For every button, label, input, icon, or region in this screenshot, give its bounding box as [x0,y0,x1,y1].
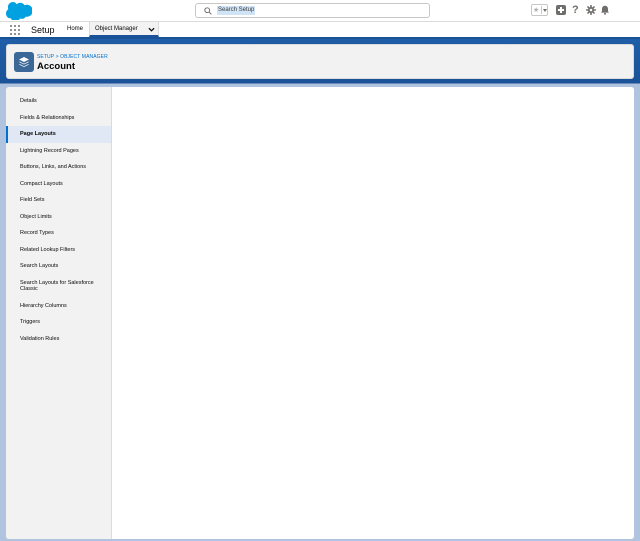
object-manager-sidebar: Details Fields & Relationships Page Layo… [6,87,112,539]
sidebar-item-record-types[interactable]: Record Types [6,225,111,242]
sidebar-item-hierarchy-columns[interactable]: Hierarchy Columns [6,298,111,315]
sidebar-item-compact-layouts[interactable]: Compact Layouts [6,176,111,193]
tab-home[interactable]: Home [67,22,83,37]
sidebar-item-buttons-links-actions[interactable]: Buttons, Links, and Actions [6,159,111,176]
page-header: SETUP > OBJECT MANAGER Account [6,44,634,79]
chevron-down-icon[interactable] [541,6,547,14]
tab-object-manager-label: Object Manager [95,26,138,32]
bell-icon[interactable] [600,5,610,15]
salesforce-logo[interactable] [6,2,32,20]
sidebar-item-triggers[interactable]: Triggers [6,314,111,331]
breadcrumb[interactable]: SETUP > OBJECT MANAGER [37,54,108,60]
sidebar-item-details[interactable]: Details [6,93,111,110]
search-input[interactable]: Search Setup [195,3,430,18]
help-icon[interactable]: ? [572,3,579,17]
sidebar-item-related-lookup-filters[interactable]: Related Lookup Filters [6,242,111,259]
sidebar-item-validation-rules[interactable]: Validation Rules [6,331,111,348]
sidebar-item-object-limits[interactable]: Object Limits [6,209,111,226]
sidebar-item-fields-relationships[interactable]: Fields & Relationships [6,110,111,127]
app-name: Setup [31,25,55,35]
layers-icon [14,52,34,72]
sidebar-item-lightning-record-pages[interactable]: Lightning Record Pages [6,143,111,160]
favorite-star-icon[interactable]: ★ [533,5,539,16]
page-title: Account [37,61,75,72]
tab-object-manager[interactable]: Object Manager [89,22,159,37]
sidebar-nav-list: Details Fields & Relationships Page Layo… [6,93,112,347]
add-icon[interactable] [556,5,566,15]
main-panel: Details Fields & Relationships Page Layo… [6,87,634,539]
sidebar-item-page-layouts[interactable]: Page Layouts [6,126,111,143]
sidebar-item-search-layouts-classic[interactable]: Search Layouts for Salesforce Classic [6,275,111,298]
app-launcher-icon[interactable] [10,25,21,36]
sidebar-item-search-layouts[interactable]: Search Layouts [6,258,111,275]
global-header: Search Setup ★ ? [0,0,640,22]
search-placeholder: Search Setup [217,6,256,15]
chevron-down-icon[interactable] [148,26,155,33]
sidebar-item-field-sets[interactable]: Field Sets [6,192,111,209]
content-area [113,87,634,539]
app-nav-bar: Setup Home Object Manager [0,22,640,39]
gear-icon[interactable] [586,5,596,15]
favorites-button[interactable]: ★ [531,4,548,16]
search-icon [204,7,212,15]
